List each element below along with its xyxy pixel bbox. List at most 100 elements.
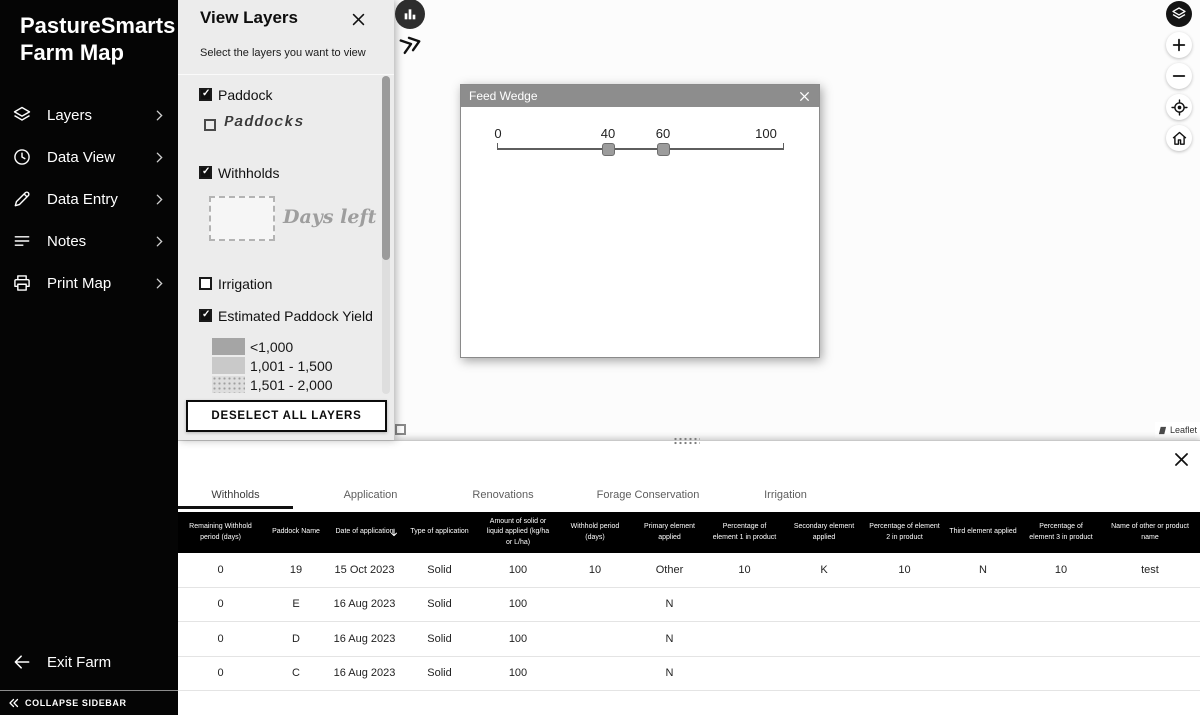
slider-handle-high[interactable] [657, 143, 670, 156]
locate-button[interactable] [1166, 94, 1192, 120]
double-chevron-left-icon [8, 697, 20, 709]
locate-icon [1171, 99, 1188, 116]
close-icon [1172, 450, 1191, 469]
col-header-type-of-application[interactable]: Type of application [400, 512, 479, 553]
table-cell: test [1100, 564, 1200, 576]
col-header-label: Date of application [336, 527, 394, 538]
collapse-sidebar-button[interactable]: COLLAPSE SIDEBAR [0, 690, 178, 715]
days-left-preview-label: Days left [283, 206, 376, 228]
sidebar-item-data-entry[interactable]: Data Entry [0, 178, 178, 220]
table-cell: Solid [400, 667, 479, 679]
table-cell: N [944, 564, 1022, 576]
col-header-primary-element[interactable]: Primary element applied [633, 512, 706, 553]
table-cell: 0 [178, 667, 263, 679]
slider-label-40: 40 [601, 126, 615, 141]
col-header-withhold-period[interactable]: Withhold period (days) [557, 512, 633, 553]
bottom-panel-tabs: Withholds Application Renovations Forage… [178, 481, 833, 509]
active-tab-indicator [178, 506, 293, 509]
table-cell: 100 [479, 667, 557, 679]
panel-scrollbar-thumb[interactable] [382, 76, 390, 260]
sidebar-item-label: Notes [47, 233, 153, 250]
panel-title: View Layers [200, 8, 298, 28]
col-header-remaining-withhold[interactable]: Remaining Withhold period (days) [178, 512, 263, 553]
table-cell: C [263, 667, 329, 679]
col-header-paddock-name[interactable]: Paddock Name [263, 512, 329, 553]
sidebar-item-data-view[interactable]: Data View [0, 136, 178, 178]
estimated-yield-checkbox[interactable] [199, 309, 212, 322]
slider-track[interactable] [497, 148, 784, 150]
chevron-right-icon [153, 277, 166, 290]
tab-forage-conservation[interactable]: Forage Conservation [558, 481, 738, 509]
table-row: 0 D 16 Aug 2023 Solid 100 N [178, 622, 1200, 657]
sidebar-item-notes[interactable]: Notes [0, 220, 178, 262]
table-cell: N [633, 633, 706, 645]
withholds-checkbox[interactable] [199, 166, 212, 179]
map-layers-button[interactable] [1166, 1, 1192, 27]
close-icon [350, 11, 367, 28]
deselect-all-layers-button[interactable]: DESELECT ALL LAYERS [186, 400, 387, 432]
zoom-in-button[interactable] [1166, 32, 1192, 58]
col-header-percentage-element-1[interactable]: Percentage of element 1 in product [706, 512, 783, 553]
table-cell: 100 [479, 598, 557, 610]
table-cell: K [783, 564, 865, 576]
exit-farm-button[interactable]: Exit Farm [0, 645, 178, 679]
home-button[interactable] [1166, 125, 1192, 151]
zoom-out-button[interactable] [1166, 63, 1192, 89]
table-cell: Solid [400, 633, 479, 645]
paddocks-preview-checkbox[interactable] [204, 119, 216, 131]
yield-swatch-2 [212, 357, 245, 374]
panel-subtitle: Select the layers you want to view [200, 47, 366, 59]
paddock-checkbox[interactable] [199, 88, 212, 101]
withholds-preview-box [209, 196, 275, 241]
col-header-other-product-name[interactable]: Name of other or product name [1100, 512, 1200, 553]
table-cell: N [633, 598, 706, 610]
tab-withholds[interactable]: Withholds [178, 481, 293, 509]
layers-icon [1171, 6, 1187, 22]
tab-irrigation[interactable]: Irrigation [738, 481, 833, 509]
slider-label-100: 100 [755, 126, 777, 141]
table-cell: E [263, 598, 329, 610]
col-header-date-of-application[interactable]: Date of application [329, 512, 400, 553]
irrigation-checkbox[interactable] [199, 277, 212, 290]
table-cell: 100 [479, 564, 557, 576]
sidebar-item-label: Data View [47, 149, 153, 166]
tab-renovations[interactable]: Renovations [448, 481, 558, 509]
arrow-left-icon [12, 652, 32, 672]
table-cell: 0 [178, 598, 263, 610]
table-cell: 0 [178, 633, 263, 645]
estimated-yield-label: Estimated Paddock Yield [218, 308, 373, 324]
map-corner-control[interactable] [395, 424, 406, 435]
feed-wedge-title: Feed Wedge [469, 89, 538, 103]
feed-wedge-close-button[interactable] [798, 90, 811, 103]
zoom-out-icon [1171, 68, 1187, 84]
bottom-panel-close-button[interactable] [1172, 450, 1191, 469]
app-title-line1: PastureSmarts [20, 12, 178, 39]
panel-close-button[interactable] [350, 11, 367, 28]
slider-tick-end [783, 143, 784, 148]
feed-wedge-header[interactable]: Feed Wedge [461, 85, 819, 107]
table-header-row: Remaining Withhold period (days) Paddock… [178, 512, 1200, 553]
table-cell: 100 [479, 633, 557, 645]
sidebar: PastureSmarts Farm Map Layers Data View … [0, 0, 178, 715]
table-cell: Solid [400, 564, 479, 576]
bar-chart-button[interactable] [395, 0, 425, 29]
col-header-secondary-element[interactable]: Secondary element applied [783, 512, 865, 553]
col-header-amount-applied[interactable]: Amount of solid or liquid applied (kg/ha… [479, 512, 557, 553]
sort-descending-icon [389, 526, 399, 539]
list-icon [12, 231, 32, 251]
close-icon [798, 90, 811, 103]
slider-handle-low[interactable] [602, 143, 615, 156]
chevron-right-icon [153, 193, 166, 206]
col-header-percentage-element-3[interactable]: Percentage of element 3 in product [1022, 512, 1100, 553]
map-attribution[interactable]: Leaflet [1155, 422, 1200, 438]
table-cell: 16 Aug 2023 [329, 633, 400, 645]
panel-drag-handle[interactable] [673, 437, 700, 445]
collapse-sidebar-label: COLLAPSE SIDEBAR [25, 698, 127, 708]
col-header-percentage-element-2[interactable]: Percentage of element 2 in product [865, 512, 944, 553]
sidebar-item-print-map[interactable]: Print Map [0, 262, 178, 304]
feed-wedge-popup: Feed Wedge 0 40 60 100 [460, 84, 820, 358]
col-header-third-element[interactable]: Third element applied [944, 512, 1022, 553]
tab-application[interactable]: Application [293, 481, 448, 509]
sidebar-item-layers[interactable]: Layers [0, 94, 178, 136]
chevron-right-icon [153, 151, 166, 164]
